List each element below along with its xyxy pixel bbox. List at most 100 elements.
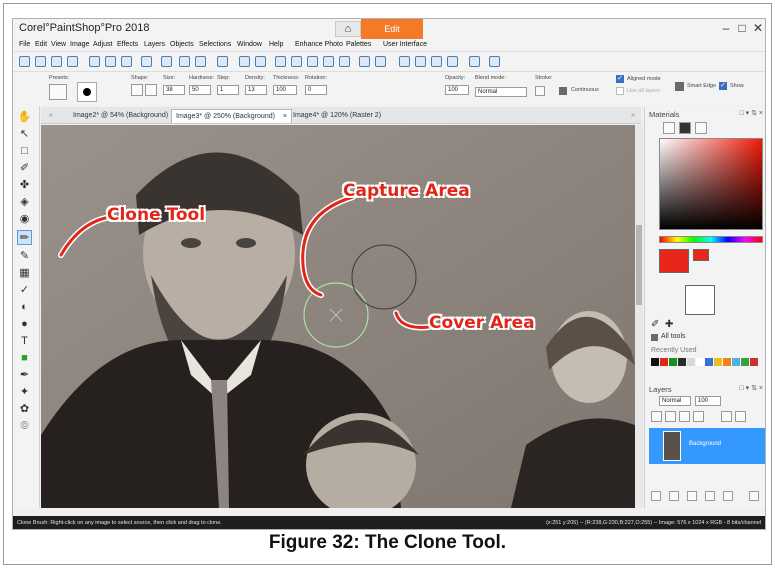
properties-icon[interactable]: [749, 491, 759, 501]
pan-tool-icon[interactable]: ✋: [17, 110, 32, 125]
background-color-swatch[interactable]: [685, 285, 715, 315]
rotation-input[interactable]: 0: [305, 85, 327, 95]
overview-icon[interactable]: [469, 56, 480, 67]
recent-color-swatch[interactable]: [651, 358, 659, 366]
more-tools-icon[interactable]: ⦾: [17, 419, 32, 434]
menu-layers[interactable]: Layers: [144, 41, 165, 48]
menu-view[interactable]: View: [51, 41, 66, 48]
density-input[interactable]: 13: [245, 85, 267, 95]
clone-brush-tool-icon[interactable]: ✏: [17, 230, 32, 245]
image-canvas[interactable]: Clone Tool Capture Area Cover Area: [41, 125, 635, 508]
print-icon[interactable]: [161, 56, 172, 67]
stroke-button[interactable]: [535, 86, 545, 96]
blend-mode-select[interactable]: Normal: [475, 87, 527, 97]
step-input[interactable]: 1: [217, 85, 239, 95]
add-swatch-icon[interactable]: ✚: [665, 319, 673, 330]
menu-palettes[interactable]: Palettes: [346, 41, 371, 48]
open-icon[interactable]: [35, 56, 46, 67]
tabs-scroll-right-icon[interactable]: »: [627, 109, 639, 123]
square-shape-button[interactable]: [145, 84, 157, 96]
mask-icon[interactable]: [693, 411, 704, 422]
lock-icon[interactable]: [735, 411, 746, 422]
straighten-tool-icon[interactable]: ◈: [17, 195, 32, 210]
home-icon[interactable]: ⌂: [335, 21, 361, 37]
crop-tool-icon[interactable]: ✤: [17, 178, 32, 193]
delete-layer-icon[interactable]: [723, 491, 733, 501]
rotate-right-icon[interactable]: [255, 56, 266, 67]
color-replacer-tool-icon[interactable]: ●: [17, 317, 32, 332]
adjustment-layer-icon[interactable]: [669, 491, 679, 501]
save-as-icon[interactable]: [105, 56, 116, 67]
zoom-in-icon[interactable]: [431, 56, 442, 67]
rotate-left-icon[interactable]: [239, 56, 250, 67]
round-shape-button[interactable]: [131, 84, 143, 96]
share-icon[interactable]: [141, 56, 152, 67]
fit-window-icon[interactable]: [399, 56, 410, 67]
layer-icon[interactable]: [339, 56, 350, 67]
full-screen-icon[interactable]: [415, 56, 426, 67]
scrollbar-thumb[interactable]: [636, 225, 642, 305]
recent-color-swatch[interactable]: [696, 358, 704, 366]
aligned-mode-checkbox[interactable]: ✓: [616, 75, 624, 83]
history-icon[interactable]: [217, 56, 228, 67]
hardness-input[interactable]: 50: [189, 85, 211, 95]
undo-icon[interactable]: [179, 56, 190, 67]
paint-brush-tool-icon[interactable]: ✎: [17, 249, 32, 264]
duplicate-icon[interactable]: [705, 491, 715, 501]
maximize-button[interactable]: □: [735, 21, 749, 35]
continuous-icon[interactable]: [559, 87, 567, 95]
adjust-icon[interactable]: [275, 56, 286, 67]
recent-color-swatch[interactable]: [750, 358, 758, 366]
brush-tip-preview[interactable]: [77, 82, 97, 102]
close-button[interactable]: ✕: [751, 21, 765, 35]
swatches-tab-icon[interactable]: [695, 122, 707, 134]
menu-objects[interactable]: Objects: [170, 41, 194, 48]
picture-tube-tool-icon[interactable]: ✿: [17, 402, 32, 417]
menu-file[interactable]: File: [19, 41, 30, 48]
minimize-button[interactable]: –: [719, 21, 733, 35]
group-icon[interactable]: [687, 491, 697, 501]
menu-user-interface[interactable]: User Interface: [383, 41, 427, 48]
pick-tool-icon[interactable]: ↖: [17, 127, 32, 142]
menu-selections[interactable]: Selections: [199, 41, 231, 48]
recent-color-swatch[interactable]: [669, 358, 677, 366]
opacity-input[interactable]: 100: [445, 85, 469, 95]
layer-row-background[interactable]: Background: [649, 428, 765, 464]
gradient-tool-icon[interactable]: ▦: [17, 266, 32, 281]
selection-tool-icon[interactable]: □: [17, 144, 32, 159]
print-preview-icon[interactable]: [67, 56, 78, 67]
recent-color-swatch[interactable]: [687, 358, 695, 366]
use-all-layers-checkbox[interactable]: [616, 87, 624, 95]
menu-window[interactable]: Window: [237, 41, 262, 48]
doc-tab-active[interactable]: Image3* @ 250% (Background) ×: [171, 109, 292, 123]
photo-fix-icon[interactable]: [291, 56, 302, 67]
save-icon[interactable]: [89, 56, 100, 67]
move-down-icon[interactable]: [665, 411, 676, 422]
red-eye-tool-icon[interactable]: ◉: [17, 212, 32, 227]
foreground-small-swatch[interactable]: [693, 249, 709, 261]
menu-image[interactable]: Image: [70, 41, 89, 48]
new-icon[interactable]: [19, 56, 30, 67]
size-input[interactable]: 38: [163, 85, 185, 95]
color-icon[interactable]: [323, 56, 334, 67]
save-copy-icon[interactable]: [121, 56, 132, 67]
show-checkbox[interactable]: ✓: [719, 82, 727, 90]
recent-color-swatch[interactable]: [660, 358, 668, 366]
recent-color-swatch[interactable]: [714, 358, 722, 366]
warp-brush-tool-icon[interactable]: ✦: [17, 385, 32, 400]
redo-icon[interactable]: [195, 56, 206, 67]
rainbow-tab-icon[interactable]: [679, 122, 691, 134]
recent-color-swatch[interactable]: [741, 358, 749, 366]
menu-effects[interactable]: Effects: [117, 41, 138, 48]
smart-edge-icon[interactable]: [675, 82, 684, 91]
text-tool-icon[interactable]: T: [17, 334, 32, 349]
menu-adjust[interactable]: Adjust: [93, 41, 112, 48]
recent-color-swatch[interactable]: [705, 358, 713, 366]
eraser-tool-icon[interactable]: ✓: [17, 283, 32, 298]
browse-icon[interactable]: [51, 56, 62, 67]
zoom-out-icon[interactable]: [447, 56, 458, 67]
frame-tab-icon[interactable]: [663, 122, 675, 134]
presets-dropdown[interactable]: [49, 84, 67, 100]
menu-help[interactable]: Help: [269, 41, 283, 48]
move-up-icon[interactable]: [651, 411, 662, 422]
